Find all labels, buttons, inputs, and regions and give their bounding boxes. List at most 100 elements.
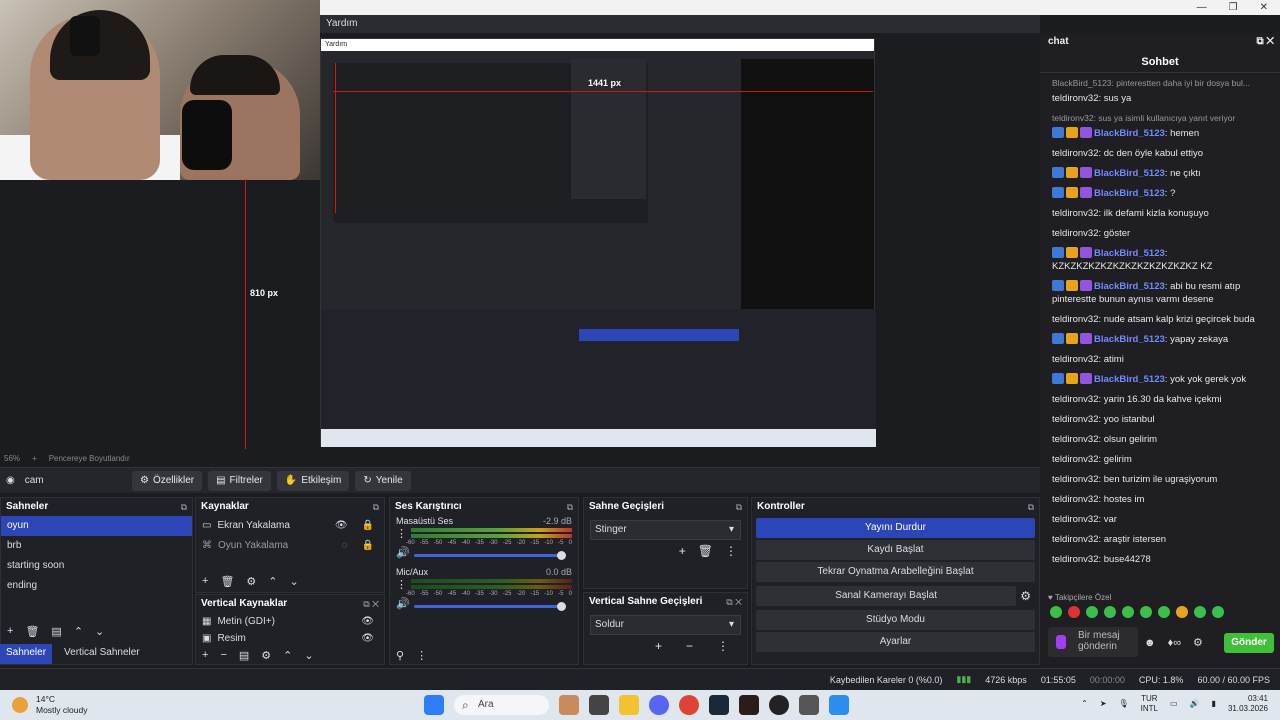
close-icon[interactable]: ⧉ ✕ — [363, 595, 379, 613]
emote-icon[interactable] — [1194, 606, 1206, 618]
eye-icon[interactable]: 👁 — [335, 516, 348, 536]
chat-username[interactable]: BlackBird_5123 — [1094, 281, 1165, 292]
input-language[interactable]: TUR INTL — [1141, 694, 1158, 714]
up-icon[interactable]: ⌃ — [74, 625, 83, 638]
replay-buffer-button[interactable]: Tekrar Oynatma Arabelleğini Başlat — [756, 562, 1035, 582]
chat-username[interactable]: teldironv32 — [1052, 93, 1098, 104]
chat-message[interactable]: teldironv32: yarin 16.30 da kahve içekmi — [1052, 393, 1272, 406]
chat-message[interactable]: teldironv32: araştir istersen — [1052, 533, 1272, 546]
chat-message[interactable]: BlackBird_5123: yapay zekaya — [1052, 333, 1272, 346]
steam-icon[interactable] — [709, 695, 729, 715]
up-icon[interactable]: ⌃ — [268, 575, 277, 588]
close-icon[interactable]: ⧉ ✕ — [726, 593, 742, 611]
menu-icon[interactable]: ⋮ — [396, 578, 407, 591]
chat-username[interactable]: teldironv32 — [1052, 394, 1098, 405]
discord-icon[interactable] — [649, 695, 669, 715]
settings-button[interactable]: Ayarlar — [756, 632, 1035, 652]
chat-message[interactable]: teldironv32: buse44278 — [1052, 553, 1272, 566]
down-icon[interactable]: ⌄ — [95, 625, 104, 638]
emote-icon[interactable] — [1086, 606, 1098, 618]
chat-message[interactable]: teldironv32: göster — [1052, 227, 1272, 240]
maximize-button[interactable]: ❐ — [1229, 0, 1238, 15]
menu-icon[interactable]: ⋮ — [725, 544, 737, 558]
chat-username[interactable]: teldironv32 — [1052, 228, 1098, 239]
menu-icon[interactable]: ⋮ — [717, 639, 729, 653]
file-explorer-icon[interactable] — [619, 695, 639, 715]
chat-message[interactable]: BlackBird_5123: abi bu resmi atıp pinter… — [1052, 280, 1272, 306]
add-icon[interactable]: + — [202, 649, 208, 661]
chat-username[interactable]: BlackBird_5123 — [1094, 374, 1165, 385]
studio-mode-button[interactable]: Stüdyo Modu — [756, 610, 1035, 630]
chat-message[interactable]: teldironv32: var — [1052, 513, 1272, 526]
zoom-level[interactable]: 56% — [4, 453, 20, 465]
filters-button[interactable]: ▤ Filtreler — [208, 470, 271, 491]
speaker-icon[interactable]: 🔊 — [396, 597, 410, 610]
minus-icon[interactable]: − — [220, 649, 226, 661]
chat-message[interactable]: teldironv32: yoo istanbul — [1052, 413, 1272, 426]
chat-username[interactable]: teldironv32 — [1052, 554, 1098, 565]
taskbar-search[interactable]: Ara — [454, 695, 549, 715]
properties-button[interactable]: ⚙ Özellikler — [132, 470, 203, 491]
gear-icon[interactable]: ⚙ — [246, 575, 256, 588]
bits-icon[interactable]: ♦∞ — [1168, 633, 1181, 653]
location-icon[interactable]: ➤ — [1100, 699, 1107, 709]
transition-select[interactable]: Stinger ▾ — [590, 520, 741, 540]
chat-username[interactable]: teldironv32 — [1052, 474, 1098, 485]
minimize-button[interactable]: — — [1197, 0, 1207, 15]
close-icon[interactable]: ⧉ ✕ — [1256, 33, 1274, 51]
chat-username[interactable]: teldironv32 — [1052, 534, 1098, 545]
interact-button[interactable]: ✋ Etkileşim — [276, 470, 350, 491]
volume-slider[interactable] — [413, 550, 567, 560]
close-button[interactable]: ✕ — [1260, 0, 1268, 15]
filter-icon[interactable]: ▤ — [239, 649, 249, 662]
send-button[interactable]: Gönder — [1224, 633, 1274, 653]
eye-off-icon[interactable]: ◌ — [342, 536, 348, 556]
clock[interactable]: 03:41 31.03.2026 — [1228, 694, 1268, 714]
emote-icon[interactable] — [1104, 606, 1116, 618]
vertical-source-item[interactable]: ▦ Metin (GDI+) 👁 — [196, 613, 384, 630]
up-icon[interactable]: ⌃ — [283, 649, 292, 662]
chat-message[interactable]: BlackBird_5123: yok yok gerek yok — [1052, 373, 1272, 386]
gear-icon[interactable]: ⚙ — [1193, 633, 1203, 653]
battery-icon[interactable]: ▮ — [1212, 699, 1216, 709]
gear-icon[interactable]: ⚙ — [261, 649, 271, 662]
preview-canvas[interactable]: Yardım — [245, 38, 876, 449]
emote-icon[interactable] — [1068, 606, 1080, 618]
app-icon[interactable] — [829, 695, 849, 715]
lock-icon[interactable]: 🔒 — [362, 516, 374, 536]
chat-message[interactable]: BlackBird_5123: ne çıktı — [1052, 167, 1272, 180]
undock-icon[interactable]: ⧉ — [1028, 498, 1034, 516]
tab-scenes[interactable]: Sahneler — [0, 644, 53, 664]
weather-widget[interactable]: 14°C Mostly cloudy — [12, 694, 88, 716]
scene-item[interactable]: oyun — [1, 516, 192, 536]
chat-message[interactable]: teldironv32: ilk defami kizla konuşuyo — [1052, 207, 1272, 220]
speaker-icon[interactable]: 🔊 — [396, 546, 410, 559]
chat-message[interactable]: teldironv32: atimi — [1052, 353, 1272, 366]
mic-icon[interactable]: 🎙 — [1119, 699, 1129, 709]
add-icon[interactable]: + — [679, 544, 686, 558]
settings-icon[interactable] — [799, 695, 819, 715]
chat-message[interactable]: teldironv32: sus ya isimli kullanıcıya y… — [1052, 112, 1272, 140]
menu-icon[interactable]: ⋮ — [396, 527, 407, 540]
chat-message[interactable]: teldironv32: ben turizim ile ugraşiyorum — [1052, 473, 1272, 486]
chat-message[interactable]: teldironv32: dc den öyle kabul ettiyo — [1052, 147, 1272, 160]
undock-icon[interactable]: ⧉ — [567, 498, 573, 516]
emote-icon[interactable] — [1140, 606, 1152, 618]
chat-username[interactable]: BlackBird_5123 — [1094, 128, 1165, 139]
scene-item[interactable]: ending — [1, 576, 192, 596]
chat-message[interactable]: teldironv32: gelirim — [1052, 453, 1272, 466]
chat-username[interactable]: teldironv32 — [1052, 148, 1098, 159]
network-icon[interactable]: ▭ — [1170, 699, 1178, 709]
tab-vertical-scenes[interactable]: Vertical Sahneler — [58, 644, 146, 664]
menu-icon[interactable]: ⋮ — [416, 649, 427, 662]
vertical-source-item[interactable]: ▣ Resim 👁 — [196, 630, 384, 647]
refresh-button[interactable]: ↻ Yenile — [355, 470, 411, 491]
chat-username[interactable]: teldironv32 — [1052, 434, 1098, 445]
emote-icon[interactable] — [1122, 606, 1134, 618]
emote-icon[interactable] — [1158, 606, 1170, 618]
chat-message[interactable]: BlackBird_5123: ? — [1052, 187, 1272, 200]
down-icon[interactable]: ⌄ — [290, 575, 299, 588]
virtual-camera-button[interactable]: Sanal Kamerayı Başlat — [756, 586, 1017, 606]
volume-icon[interactable]: 🔊 — [1190, 699, 1200, 709]
source-item[interactable]: ⌘ Oyun Yakalama ◌ 🔒 — [196, 536, 384, 556]
